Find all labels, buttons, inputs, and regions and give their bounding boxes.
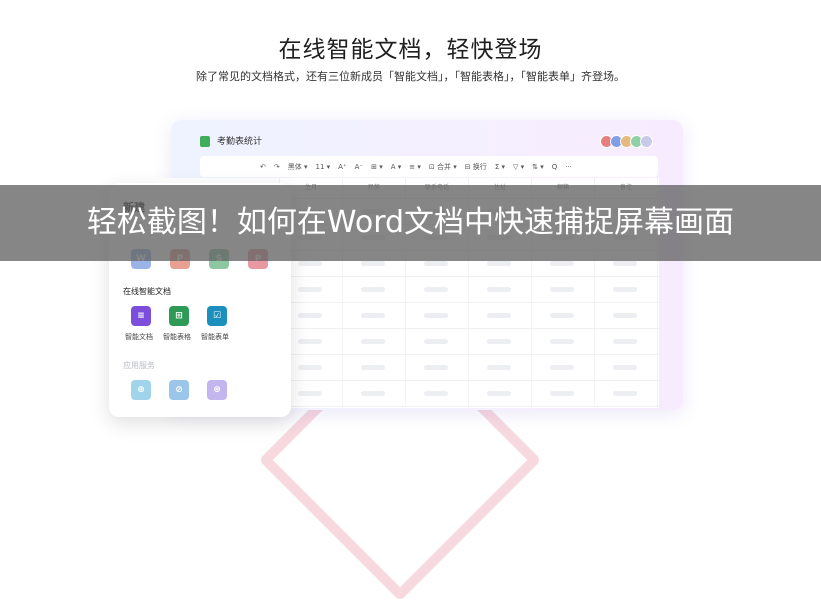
font-size-select[interactable]: 11 ▾ (316, 163, 331, 171)
sort-button[interactable]: ⇅ ▾ (532, 163, 544, 171)
avatar[interactable] (640, 135, 653, 148)
service-link-icon[interactable]: ⊘ (169, 380, 189, 400)
sum-button[interactable]: Σ ▾ (495, 163, 505, 171)
align-button[interactable]: ≡ ▾ (409, 163, 421, 171)
hero-subtitle: 除了常见的文档格式，还有三位新成员「智能文档」，「智能表格」，「智能表单」齐登场… (196, 70, 625, 83)
banner-title: 轻松截图！如何在Word文档中快速捕捉屏幕画面 (86, 205, 735, 240)
smart-form-icon[interactable]: ☑ (207, 306, 227, 326)
filter-button[interactable]: ▽ ▾ (513, 163, 524, 171)
services-row: ⊕ ⊘ ⊛ (131, 380, 227, 400)
services-title: 应用服务 (123, 361, 155, 370)
decrease-font-icon[interactable]: A⁻ (355, 163, 363, 171)
text-color-button[interactable]: A ▾ (391, 163, 402, 171)
hero-title: 在线智能文档，轻快登场 (278, 37, 543, 63)
merge-button[interactable]: ⊡ 合并 ▾ (429, 162, 457, 172)
formatting-toolbar: ↶ ↷ 黑体 ▾ 11 ▾ A⁺ A⁻ ⊞ ▾ A ▾ ≡ ▾ ⊡ 合并 ▾ ⊟… (200, 156, 658, 177)
title-banner: 轻松截图！如何在Word文档中快速捕捉屏幕画面 (0, 185, 821, 261)
online-docs-row: ≡ ⊞ ☑ (131, 306, 227, 326)
service-app-icon[interactable]: ⊕ (131, 380, 151, 400)
smart-doc-label[interactable]: 智能文档 (125, 332, 153, 342)
smart-form-label[interactable]: 智能表单 (201, 332, 229, 342)
border-button[interactable]: ⊞ ▾ (371, 163, 383, 171)
wrap-button[interactable]: ⊟ 换行 (465, 162, 487, 172)
smart-sheet-icon[interactable]: ⊞ (169, 306, 189, 326)
undo-icon[interactable]: ↶ (260, 163, 266, 171)
redo-icon[interactable]: ↷ (274, 163, 280, 171)
document-title[interactable]: 考勤表统计 (217, 134, 262, 147)
smart-doc-icon[interactable]: ≡ (131, 306, 151, 326)
collaborator-avatars[interactable] (600, 135, 653, 148)
font-family-select[interactable]: 黑体 ▾ (288, 162, 308, 172)
more-icon[interactable]: ··· (565, 163, 572, 171)
increase-font-icon[interactable]: A⁺ (338, 163, 346, 171)
search-icon[interactable]: Q (552, 163, 558, 171)
online-docs-labels: 智能文档 智能表格 智能表单 (125, 332, 229, 342)
sheet-icon (200, 136, 210, 147)
online-docs-title: 在线智能文档 (123, 287, 171, 296)
smart-sheet-label[interactable]: 智能表格 (163, 332, 191, 342)
service-form-icon[interactable]: ⊛ (207, 380, 227, 400)
